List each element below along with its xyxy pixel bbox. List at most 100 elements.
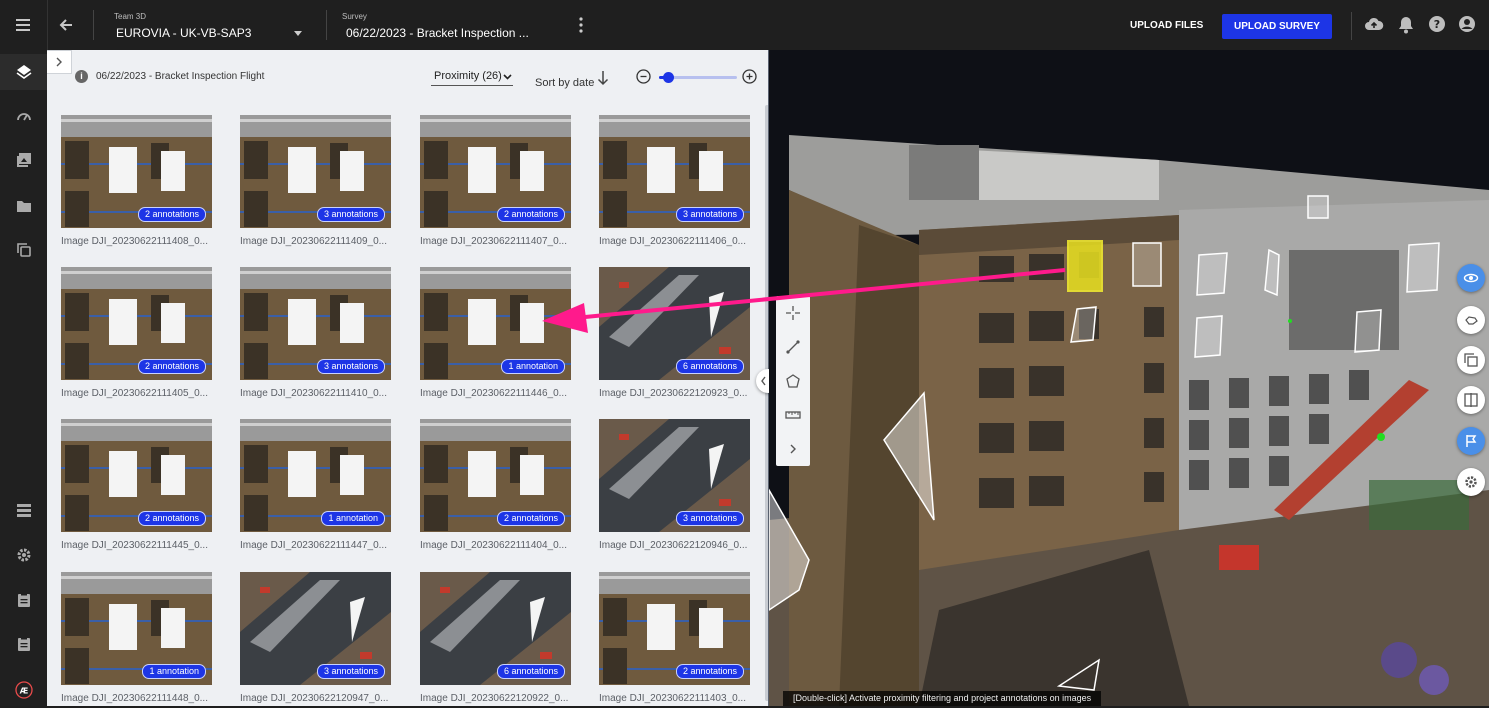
report-button[interactable] [0,582,47,618]
sort-label: Sort by date [535,77,595,89]
annotations-button[interactable] [1457,427,1485,455]
account-button[interactable] [1458,15,1476,33]
top-bar: Team 3D EUROVIA - UK-VB-SAP3 Survey 06/2… [0,0,1489,50]
team-selector[interactable]: Team 3D EUROVIA - UK-VB-SAP3 [112,8,308,44]
image-card[interactable]: 6 annotations Image DJI_20230622120922_0.… [420,572,571,706]
crosshair-icon [786,306,800,320]
settings-button[interactable] [0,537,47,573]
annotation-count-badge: 1 annotation [501,359,565,374]
image-card[interactable]: 2 annotations Image DJI_20230622111407_0.… [420,115,571,255]
image-thumbnail[interactable]: 1 annotation [61,572,212,685]
clipboard-list-icon [17,636,30,651]
image-card[interactable]: 6 annotations Image DJI_20230622120923_0.… [599,267,750,407]
orbit-button[interactable] [1457,264,1485,292]
image-thumbnail[interactable]: 2 annotations [420,419,571,532]
copy-views-icon [1464,353,1478,367]
zoom-slider-thumb[interactable] [662,72,674,83]
image-card[interactable]: 3 annotations Image DJI_20230622111406_0.… [599,115,750,255]
image-thumbnail[interactable]: 3 annotations [240,115,391,228]
survey-selector[interactable]: Survey 06/22/2023 - Bracket Inspection .… [340,8,540,44]
image-card[interactable]: 1 annotation Image DJI_20230622111448_0..… [61,572,212,706]
image-card[interactable]: 2 annotations Image DJI_20230622111408_0.… [61,115,212,255]
image-card[interactable]: 3 annotations Image DJI_20230622120946_0.… [599,419,750,559]
image-card[interactable]: 2 annotations Image DJI_20230622111445_0.… [61,419,212,559]
info-icon[interactable]: i [75,70,88,83]
image-caption: Image DJI_20230622111410_0... [240,388,387,399]
image-caption: Image DJI_20230622111408_0... [61,236,208,247]
images-panel: i 06/22/2023 - Bracket Inspection Flight… [47,50,769,706]
layers-button[interactable] [0,54,47,90]
annotation-count-badge: 3 annotations [316,359,385,374]
3d-viewer[interactable]: [Double-click] Activate proximity filter… [769,50,1489,706]
collapse-panel-button[interactable] [47,50,72,74]
image-thumbnail[interactable]: 1 annotation [240,419,391,532]
image-card[interactable]: 2 annotations Image DJI_20230622111404_0.… [420,419,571,559]
image-caption: Image DJI_20230622111405_0... [61,388,208,399]
image-card[interactable]: 1 annotation Image DJI_20230622111446_0..… [420,267,571,407]
viewer-settings-button[interactable] [1457,468,1485,496]
image-thumbnail[interactable]: 3 annotations [599,419,750,532]
image-thumbnail[interactable]: 1 annotation [420,267,571,380]
list-button[interactable] [0,492,47,528]
image-caption: Image DJI_20230622111407_0... [420,236,567,247]
upload-survey-button[interactable]: UPLOAD SURVEY [1222,14,1332,39]
menu-button[interactable] [14,16,32,34]
point-tool-button[interactable] [776,296,810,330]
image-thumbnail[interactable]: 2 annotations [61,267,212,380]
line-tool-button[interactable] [776,330,810,364]
chevron-down-icon [503,74,512,80]
cloud-upload-button[interactable] [1364,15,1384,35]
compare-button[interactable] [1457,386,1485,414]
annotation-count-badge: 3 annotations [675,511,744,526]
notifications-button[interactable] [1397,15,1415,35]
upload-files-button[interactable]: UPLOAD FILES [1124,14,1209,38]
image-thumbnail[interactable]: 2 annotations [61,115,212,228]
image-caption: Image DJI_20230622111448_0... [61,693,208,704]
more-vert-icon [579,17,583,33]
brand-logo: Æ [0,672,47,708]
image-card[interactable]: 3 annotations Image DJI_20230622111409_0.… [240,115,391,255]
image-thumbnail[interactable]: 3 annotations [240,267,391,380]
dashboard-button[interactable] [0,98,47,134]
image-thumbnail[interactable]: 3 annotations [240,572,391,685]
annotation-count-badge: 2 annotations [496,207,565,222]
image-thumbnail[interactable]: 2 annotations [420,115,571,228]
chevron-right-icon [56,57,62,67]
pan-button[interactable] [1457,306,1485,334]
image-card[interactable]: 1 annotation Image DJI_20230622111447_0..… [240,419,391,559]
zoom-slider[interactable] [659,72,737,83]
image-card[interactable]: 2 annotations Image DJI_20230622111403_0.… [599,572,750,706]
ruler-tool-button[interactable] [776,398,810,432]
expand-toolbar-button[interactable] [776,432,810,466]
speedometer-icon [16,113,31,121]
image-thumbnail[interactable]: 3 annotations [599,115,750,228]
back-button[interactable] [57,16,75,34]
image-card[interactable]: 2 annotations Image DJI_20230622111405_0.… [61,267,212,407]
annotation-count-badge: 3 annotations [316,207,385,222]
filter-value: Proximity (26) [434,70,502,82]
image-caption: Image DJI_20230622111445_0... [61,540,208,551]
annotation-count-badge: 3 annotations [316,664,385,679]
caret-down-icon [294,31,302,36]
copies-button[interactable] [0,232,47,268]
image-thumbnail[interactable]: 2 annotations [61,419,212,532]
image-thumbnail[interactable]: 6 annotations [599,267,750,380]
sort-button[interactable]: Sort by date [535,70,609,89]
survey-value: 06/22/2023 - Bracket Inspection ... [346,26,529,40]
gallery-button[interactable] [0,142,47,178]
views-button[interactable] [1457,346,1485,374]
files-button[interactable] [0,188,47,224]
image-thumbnail[interactable]: 2 annotations [599,572,750,685]
polygon-tool-button[interactable] [776,364,810,398]
svg-text:Æ: Æ [19,687,28,696]
filter-select[interactable]: Proximity (26) [431,69,513,86]
annotation-count-badge: 1 annotation [321,511,385,526]
image-card[interactable]: 3 annotations Image DJI_20230622111410_0.… [240,267,391,407]
image-card[interactable]: 3 annotations Image DJI_20230622120947_0.… [240,572,391,706]
zoom-in-button[interactable] [742,69,757,84]
tasks-button[interactable] [0,626,47,662]
more-options-button[interactable] [574,15,588,35]
help-button[interactable]: ? [1428,15,1446,33]
image-thumbnail[interactable]: 6 annotations [420,572,571,685]
zoom-out-button[interactable] [636,69,651,84]
